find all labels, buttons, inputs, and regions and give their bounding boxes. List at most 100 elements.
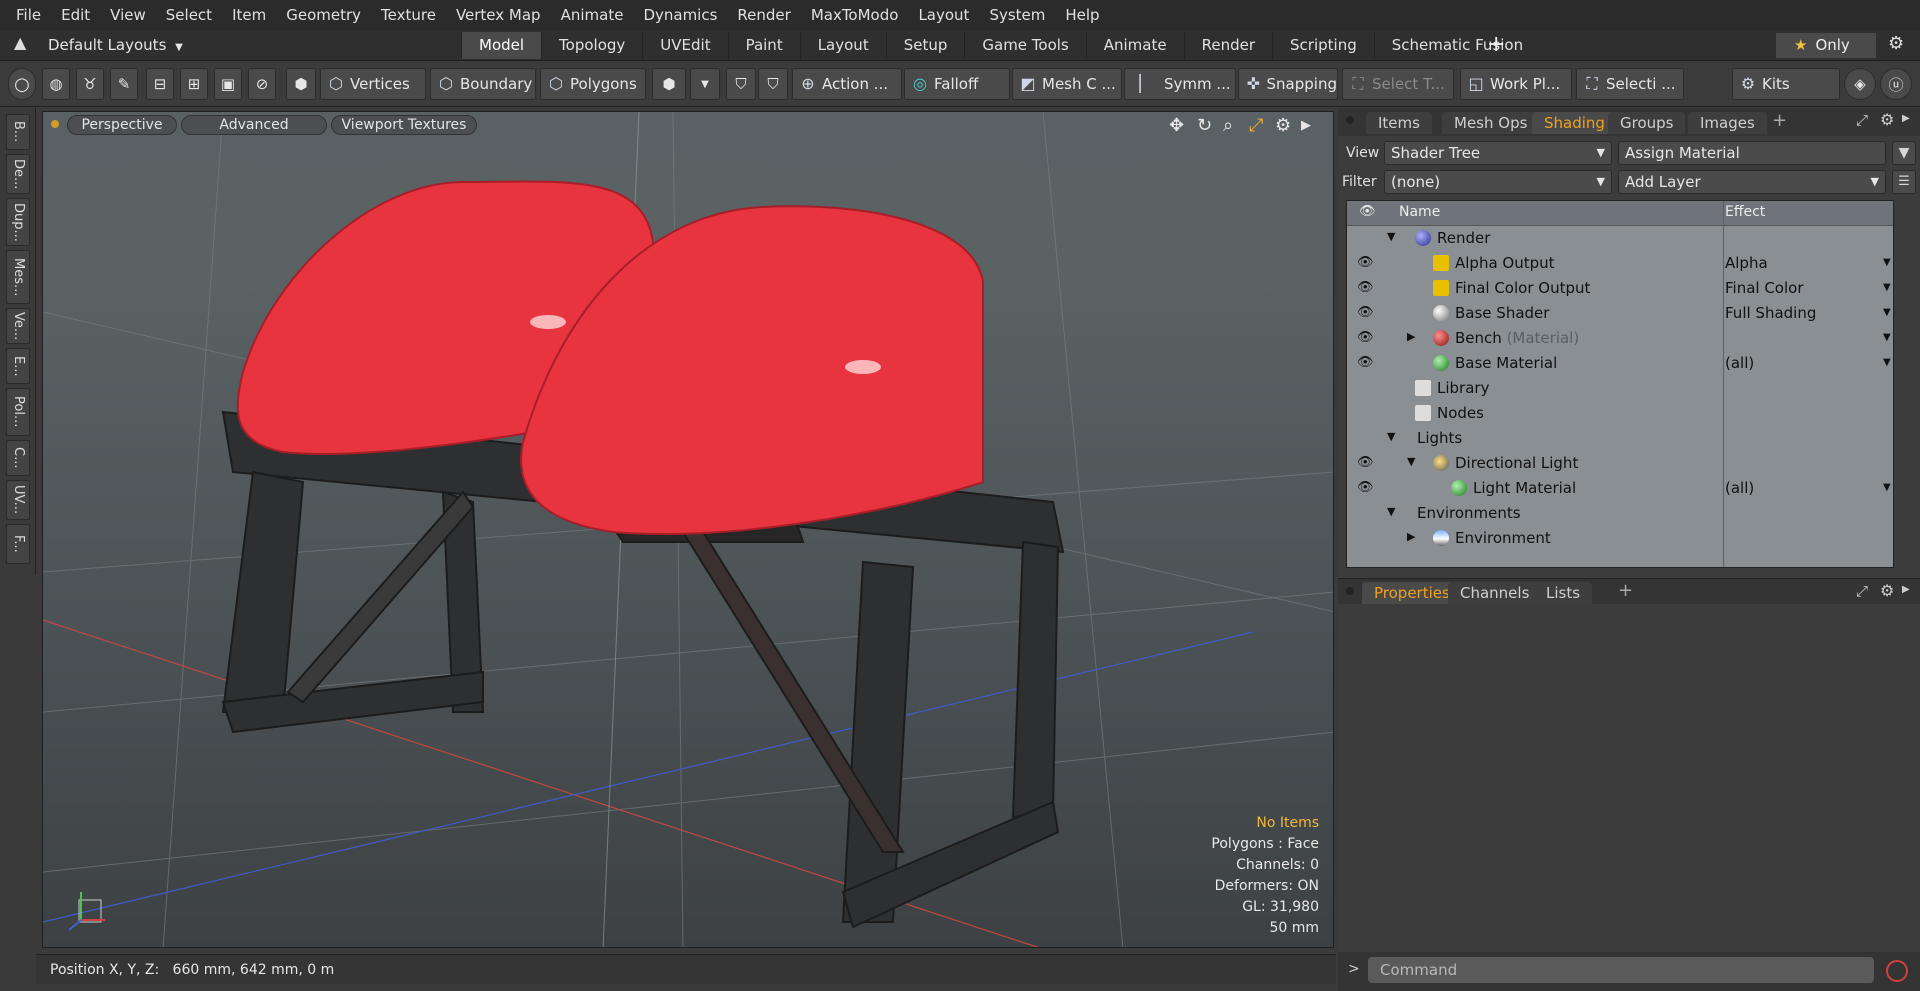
chevron-down-icon[interactable]: ▼ [1883,482,1891,493]
tree-row-nodes[interactable]: Nodes [1347,401,1893,426]
left-tab-mesh[interactable]: Mes... [6,250,30,304]
pan-icon[interactable]: ✥ [1169,115,1184,136]
select-mode-button[interactable]: ○ [8,68,36,100]
frame-button[interactable]: ▣ [214,68,242,100]
viewport-scene[interactable] [43,112,1334,948]
add-panel-tab-icon[interactable]: + [1772,110,1787,131]
only-button[interactable]: ★ Only [1776,33,1876,58]
expand-arrow-icon[interactable]: ▶ [1301,118,1311,133]
left-tab-basic[interactable]: B... [6,114,30,150]
tree-row-environment[interactable]: ▶ Environment [1347,526,1893,551]
tab-game-tools[interactable]: Game Tools [964,32,1085,59]
tab-scripting[interactable]: Scripting [1272,32,1374,59]
collapse-triangle-icon[interactable]: ▼ [1407,455,1415,468]
eye-icon[interactable]: 👁 [1357,455,1374,470]
tab-animate[interactable]: Animate [1085,32,1184,59]
expand-triangle-icon[interactable]: ▶ [1407,330,1415,343]
material-mode-button[interactable]: ⬢ [652,68,686,100]
mode-dropdown-button[interactable]: ▼ [690,68,720,100]
mesh-constraint-button[interactable]: ◩ Mesh C ... [1012,68,1122,100]
rotate-icon[interactable]: ↻ [1197,115,1212,136]
menu-geometry[interactable]: Geometry [276,0,371,30]
viewport-gear-icon[interactable]: ⚙ [1275,115,1291,136]
left-tab-deform[interactable]: De... [6,154,30,194]
name-column-header[interactable]: Name [1399,204,1440,220]
layout-select[interactable]: Default Layouts ▼ [48,34,183,56]
collapse-triangle-icon[interactable]: ▼ [1387,230,1395,243]
tree-row-alpha-output[interactable]: 👁 Alpha Output Alpha ▼ [1347,251,1893,276]
menu-vertex-map[interactable]: Vertex Map [446,0,551,30]
tab-uvedit[interactable]: UVEdit [642,32,727,59]
panel-menu-dot-icon[interactable] [1346,587,1354,595]
tab-layout[interactable]: Layout [799,32,886,59]
menu-dynamics[interactable]: Dynamics [633,0,727,30]
chevron-down-icon[interactable]: ▼ [1883,307,1891,318]
tree-row-effect[interactable]: (all) [1725,479,1754,497]
tree-row-lights[interactable]: ▼ Lights [1347,426,1893,451]
gear-icon[interactable]: ⚙ [1888,33,1904,54]
chevron-down-icon[interactable]: ▼ [1883,357,1891,368]
add-layer-select[interactable]: Add Layer ▼ [1618,170,1886,194]
tab-topology[interactable]: Topology [541,32,642,59]
effect-column-header[interactable]: Effect [1725,204,1765,220]
chevron-down-icon[interactable]: ▼ [1883,282,1891,293]
grid-button[interactable]: ⊞ [180,68,208,100]
chevron-down-icon[interactable]: ▼ [1883,332,1891,343]
tab-shading[interactable]: Shading [1532,112,1617,134]
collapse-triangle-icon[interactable]: ▼ [1387,430,1395,443]
chevron-down-icon[interactable]: ▼ [1883,257,1891,268]
panel-gear-icon[interactable]: ⚙ [1880,110,1894,129]
menu-file[interactable]: File [6,0,51,30]
viewport-menu-dot-icon[interactable] [51,120,59,128]
symmetry-button[interactable]: ⎮ Symm ... [1124,68,1236,100]
item-mode-button[interactable]: ⬢ [286,68,316,100]
tab-paint[interactable]: Paint [727,32,800,59]
polygons-button[interactable]: ⬡ Polygons [540,68,646,100]
expand-triangle-icon[interactable]: ▶ [1407,530,1415,543]
tree-row-light-material[interactable]: 👁 Light Material (all) ▼ [1347,476,1893,501]
left-tab-vertex[interactable]: Ve... [6,308,30,344]
list-options-icon[interactable]: ☰ [1892,170,1916,194]
globe-button[interactable]: ◍ [42,68,70,100]
viewport-textures-button[interactable]: Viewport Textures [331,115,477,135]
panel-expand-icon[interactable]: ▶ [1902,584,1910,595]
tree-row-render[interactable]: ▼ Render [1347,226,1893,251]
tree-row-directional-light[interactable]: 👁 ▼ Directional Light [1347,451,1893,476]
work-plane-button[interactable]: ◱ Work Pl... [1460,68,1572,100]
lasso-button[interactable]: ♉ [76,68,104,100]
boundary-button[interactable]: ⬡ Boundary [430,68,536,100]
tab-render[interactable]: Render [1183,32,1272,59]
tree-row-base-shader[interactable]: 👁 Base Shader Full Shading ▼ [1347,301,1893,326]
maximize-icon[interactable]: ⤢ [1249,115,1263,136]
tree-row-final-color-output[interactable]: 👁 Final Color Output Final Color ▼ [1347,276,1893,301]
filter-select[interactable]: (none) ▼ [1384,170,1612,194]
eye-icon[interactable]: 👁 [1357,280,1374,295]
tree-row-effect[interactable]: (all) [1725,354,1754,372]
record-icon[interactable] [1886,960,1908,982]
selection-sets-button[interactable]: ⛶ Selecti ... [1576,68,1684,100]
tree-row-environments[interactable]: ▼ Environments [1347,501,1893,526]
slash-button[interactable]: ⊘ [248,68,276,100]
popout-icon[interactable]: ⤢ [1856,111,1868,129]
assign-material-button[interactable]: Assign Material [1618,141,1886,165]
panel-expand-icon[interactable]: ▶ [1902,113,1910,124]
advanced-button[interactable]: Advanced [181,115,327,135]
action-center-button[interactable]: ⊕ Action ... [792,68,902,100]
left-tab-fusion[interactable]: F... [6,524,30,564]
menu-texture[interactable]: Texture [371,0,446,30]
unity-button[interactable]: ◈ [1844,68,1876,100]
left-tab-edge[interactable]: E... [6,348,30,384]
tree-row-effect[interactable]: Final Color [1725,279,1804,297]
left-tab-curve[interactable]: C... [6,440,30,476]
element-shield-button[interactable]: ⛉ [758,68,788,100]
add-tab-icon[interactable]: + [1487,31,1505,59]
tab-schematic-fusion[interactable]: Schematic Fusion [1373,32,1540,59]
tab-items[interactable]: Items [1366,112,1432,134]
unreal-button[interactable]: ⓤ [1880,68,1912,100]
collapse-triangle-icon[interactable]: ▼ [1387,505,1395,518]
menu-animate[interactable]: Animate [551,0,634,30]
tab-groups[interactable]: Groups [1608,112,1686,134]
tab-properties[interactable]: Properties [1362,582,1462,604]
tab-setup[interactable]: Setup [885,32,965,59]
left-tab-duplicate[interactable]: Dup... [6,198,30,246]
